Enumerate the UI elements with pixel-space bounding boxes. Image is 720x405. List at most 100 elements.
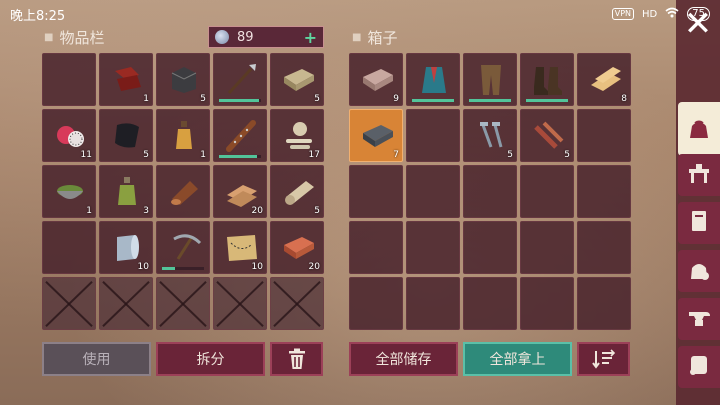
inventory-slot[interactable] xyxy=(42,53,96,106)
inventory-slot[interactable]: 5 xyxy=(270,53,324,106)
inventory-slot[interactable]: 17 xyxy=(270,109,324,162)
chest-slot[interactable]: 9 xyxy=(349,53,403,106)
item-count: 8 xyxy=(621,94,627,104)
chest-slot[interactable] xyxy=(520,53,574,106)
item-count: 10 xyxy=(137,262,149,272)
spiked-club-icon xyxy=(223,117,259,153)
chest-grid: 9 8 7 5 5 xyxy=(349,53,631,330)
currency-box: 89 + xyxy=(208,26,324,48)
inventory-slot[interactable]: 5 xyxy=(99,109,153,162)
chest-slot[interactable] xyxy=(463,53,517,106)
chest-slot[interactable] xyxy=(349,165,403,218)
chest-slot[interactable] xyxy=(406,165,460,218)
stone-block-icon xyxy=(166,61,202,97)
chest-slot[interactable] xyxy=(349,277,403,330)
inventory-title-text: 物品栏 xyxy=(59,29,105,47)
item-count: 10 xyxy=(251,262,263,272)
chest-slot[interactable] xyxy=(463,277,517,330)
item-count: 5 xyxy=(143,150,149,160)
anvil-icon xyxy=(686,304,712,334)
sidebar-tab-loot-sack[interactable] xyxy=(678,250,720,292)
sidebar-tab-workbench[interactable] xyxy=(678,154,720,196)
sidebar-tab-book[interactable] xyxy=(678,202,720,244)
chest-slot[interactable] xyxy=(577,109,631,162)
inventory-slot[interactable]: 1 xyxy=(156,109,210,162)
bone-pile-icon xyxy=(280,117,316,153)
chest-slot[interactable] xyxy=(406,277,460,330)
inventory-slot[interactable]: 1 xyxy=(42,165,96,218)
clock: 晚上8:25 xyxy=(10,8,66,24)
inventory-slot[interactable] xyxy=(213,53,267,106)
chest-title-text: 箱子 xyxy=(367,29,398,47)
chest-icon: ■ xyxy=(352,32,362,43)
inventory-slot[interactable] xyxy=(156,165,210,218)
inventory-slot[interactable]: 11 xyxy=(42,109,96,162)
chest-slot[interactable] xyxy=(406,109,460,162)
item-count: 1 xyxy=(86,206,92,216)
item-count: 1 xyxy=(200,150,206,160)
item-count: 20 xyxy=(251,206,263,216)
treasure-map-icon xyxy=(223,229,259,265)
inventory-slot[interactable]: 5 xyxy=(156,53,210,106)
use-button[interactable]: 使用 xyxy=(42,342,151,376)
wooden-parts-icon xyxy=(530,117,566,153)
inventory-slot[interactable]: 20 xyxy=(270,221,324,274)
item-count: 5 xyxy=(314,94,320,104)
chest-slot[interactable]: 5 xyxy=(463,109,517,162)
chest-slot[interactable] xyxy=(520,277,574,330)
backpack-icon: ■ xyxy=(44,32,54,43)
chest-slot[interactable] xyxy=(463,221,517,274)
inventory-slot[interactable] xyxy=(42,221,96,274)
nails-icon xyxy=(473,117,509,153)
inventory-slot[interactable]: 1 xyxy=(99,53,153,106)
dragon-fruit-icon xyxy=(52,117,88,153)
durability-bar xyxy=(526,99,568,102)
inventory-slot[interactable]: 10 xyxy=(213,221,267,274)
spear-icon xyxy=(223,61,259,97)
boots-icon xyxy=(530,61,566,97)
add-currency-button[interactable]: + xyxy=(304,28,317,47)
inventory-slot xyxy=(99,277,153,330)
inventory-slot[interactable]: 5 xyxy=(270,165,324,218)
take-all-button[interactable]: 全部拿上 xyxy=(463,342,572,376)
chest-slot[interactable]: 8 xyxy=(577,53,631,106)
leather-scraps-icon xyxy=(109,61,145,97)
sort-icon xyxy=(591,349,615,369)
chest-slot[interactable] xyxy=(520,165,574,218)
wood-log-icon xyxy=(166,173,202,209)
inventory-slot xyxy=(213,277,267,330)
inventory-slot[interactable]: 20 xyxy=(213,165,267,218)
vpn-indicator: VPN xyxy=(611,8,635,20)
item-count: 5 xyxy=(200,94,206,104)
loot-sack-icon xyxy=(686,256,712,286)
sidebar-tab-bag[interactable] xyxy=(678,102,720,156)
item-count: 20 xyxy=(308,262,320,272)
inventory-slot xyxy=(42,277,96,330)
network-indicator: HD xyxy=(642,8,658,20)
trash-button[interactable] xyxy=(270,342,323,376)
inventory-slot[interactable]: 10 xyxy=(99,221,153,274)
battery-indicator: 75 xyxy=(687,7,710,21)
sidebar-tab-scroll[interactable] xyxy=(678,346,720,388)
inventory-slot[interactable]: 3 xyxy=(99,165,153,218)
sort-button[interactable] xyxy=(577,342,630,376)
inventory-slot[interactable] xyxy=(213,109,267,162)
steel-ingot-icon xyxy=(359,117,395,153)
chest-slot[interactable] xyxy=(406,221,460,274)
chest-slot[interactable] xyxy=(577,165,631,218)
sidebar-tab-anvil[interactable] xyxy=(678,298,720,340)
inventory-slot[interactable] xyxy=(156,221,210,274)
chest-slot[interactable] xyxy=(463,165,517,218)
chest-slot[interactable]: 5 xyxy=(520,109,574,162)
chest-slot[interactable]: 7 xyxy=(349,109,403,162)
chest-slot[interactable] xyxy=(406,53,460,106)
chest-slot[interactable] xyxy=(577,277,631,330)
metal-sheet-icon xyxy=(109,229,145,265)
chest-slot[interactable] xyxy=(520,221,574,274)
chest-slot[interactable] xyxy=(577,221,631,274)
chest-title: ■ 箱子 xyxy=(352,27,397,48)
split-button[interactable]: 拆分 xyxy=(156,342,265,376)
store-all-button[interactable]: 全部储存 xyxy=(349,342,458,376)
inventory-slot xyxy=(270,277,324,330)
chest-slot[interactable] xyxy=(349,221,403,274)
